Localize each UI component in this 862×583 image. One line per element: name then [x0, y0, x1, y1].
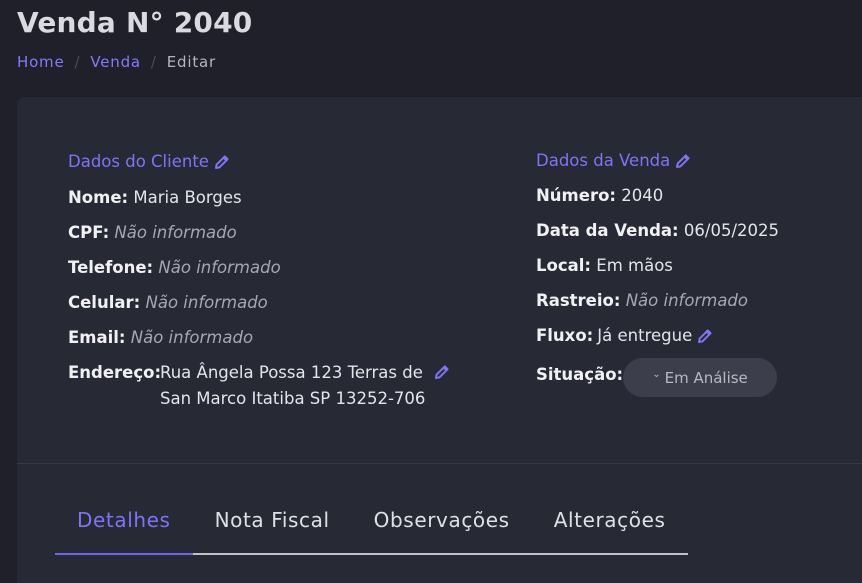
cliente-email-row: Email: Não informado	[68, 328, 253, 347]
fluxo-label: Fluxo:	[536, 326, 594, 345]
situacao-label: Situação:	[536, 365, 624, 384]
endereco-value: Rua Ângela Possa 123 Terras de San Marco…	[160, 360, 450, 412]
celular-value: Não informado	[145, 293, 268, 312]
venda-situacao-row: Situação:	[536, 365, 623, 384]
page-title: Venda N° 2040	[17, 6, 253, 39]
cliente-title-text: Dados do Cliente	[68, 152, 209, 171]
venda-rastreio-row: Rastreio: Não informado	[536, 291, 748, 310]
venda-fluxo-row: Fluxo: Já entregue	[536, 326, 714, 345]
telefone-label: Telefone:	[68, 258, 154, 277]
endereco-line-1: Rua Ângela Possa 123 Terras de	[160, 360, 450, 386]
venda-local-row: Local: Em mãos	[536, 256, 673, 275]
breadcrumb-current: Editar	[166, 53, 216, 71]
tab-alteracoes[interactable]: Alterações	[531, 493, 688, 555]
venda-title-text: Dados da Venda	[536, 151, 671, 170]
data-venda-label: Data da Venda:	[536, 221, 679, 240]
cpf-label: CPF:	[68, 223, 110, 242]
endereco-line-1-text: Rua Ângela Possa 123 Terras de	[160, 363, 423, 382]
cliente-cpf-row: CPF: Não informado	[68, 223, 237, 242]
cliente-section-title: Dados do Cliente	[68, 152, 231, 171]
breadcrumb-home-link[interactable]: Home	[17, 53, 65, 71]
nome-label: Nome:	[68, 188, 129, 207]
endereco-label: Endereço:	[68, 363, 162, 382]
fluxo-value: Já entregue	[597, 326, 693, 345]
situacao-status-dropdown[interactable]: ⌄ Em Análise	[623, 358, 777, 397]
breadcrumb-separator: /	[74, 53, 81, 71]
section-divider	[17, 463, 862, 464]
email-value: Não informado	[130, 328, 254, 347]
nome-value: Maria Borges	[133, 188, 242, 207]
telefone-value: Não informado	[158, 258, 281, 277]
celular-label: Celular:	[68, 293, 141, 312]
page: Venda N° 2040 Home / Venda / Editar Dado…	[0, 0, 862, 583]
cpf-value: Não informado	[114, 223, 237, 242]
rastreio-label: Rastreio:	[536, 291, 621, 310]
local-value: Em mãos	[596, 256, 673, 275]
cliente-nome-row: Nome: Maria Borges	[68, 188, 242, 207]
sale-details-card: Dados do Cliente Nome: Maria Borges CPF:…	[17, 97, 862, 583]
tab-observacoes[interactable]: Observações	[351, 493, 532, 555]
numero-value: 2040	[621, 186, 664, 205]
situacao-status-text: Em Análise	[664, 368, 748, 387]
tab-nota-fiscal[interactable]: Nota Fiscal	[192, 493, 352, 555]
chevron-down-icon: ⌄	[652, 369, 661, 380]
numero-label: Número:	[536, 186, 617, 205]
cliente-telefone-row: Telefone: Não informado	[68, 258, 281, 277]
edit-endereco-pencil-icon[interactable]	[433, 363, 451, 381]
edit-venda-pencil-icon[interactable]	[674, 152, 692, 170]
cliente-celular-row: Celular: Não informado	[68, 293, 268, 312]
tab-detalhes[interactable]: Detalhes	[55, 493, 193, 555]
endereco-line-2: San Marco Itatiba SP 13252-706	[160, 389, 426, 408]
email-label: Email:	[68, 328, 126, 347]
venda-data-row: Data da Venda: 06/05/2025	[536, 221, 779, 240]
data-venda-value: 06/05/2025	[683, 221, 779, 240]
edit-fluxo-pencil-icon[interactable]	[696, 327, 714, 345]
breadcrumb: Home / Venda / Editar	[17, 53, 216, 71]
detail-tabs: Detalhes Nota Fiscal Observações Alteraç…	[55, 493, 688, 555]
venda-numero-row: Número: 2040	[536, 186, 663, 205]
edit-cliente-pencil-icon[interactable]	[213, 153, 231, 171]
local-label: Local:	[536, 256, 592, 275]
venda-section-title: Dados da Venda	[536, 151, 692, 170]
breadcrumb-separator: /	[150, 53, 157, 71]
rastreio-value: Não informado	[625, 291, 748, 310]
breadcrumb-venda-link[interactable]: Venda	[90, 53, 141, 71]
